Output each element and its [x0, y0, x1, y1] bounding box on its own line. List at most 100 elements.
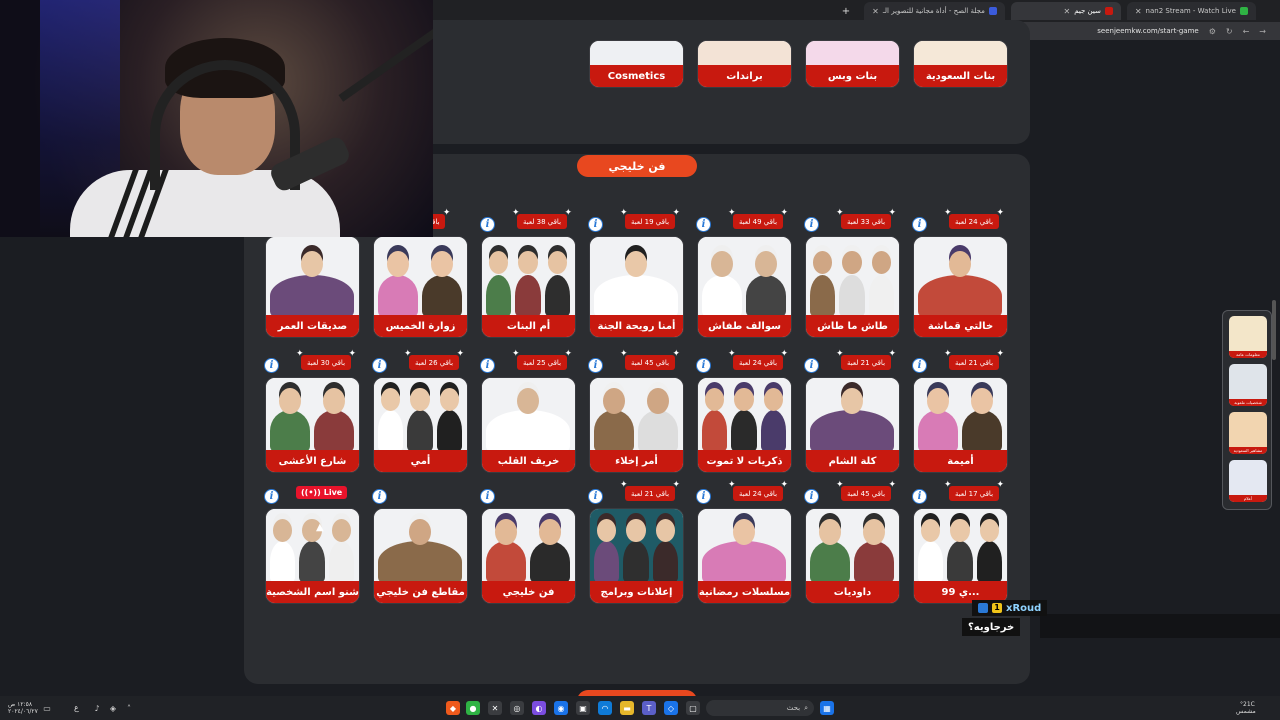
category-card[interactable]: زوارة الخميس	[373, 236, 468, 338]
category-card[interactable]: فن خليجي	[481, 508, 576, 604]
category-card[interactable]: بنات وبس	[805, 40, 900, 88]
chevron-up-icon[interactable]: ˄	[122, 701, 136, 715]
category-card[interactable]: داوديات	[805, 508, 900, 604]
network-icon[interactable]: ◈	[106, 701, 120, 715]
card-illustration	[806, 237, 899, 317]
card-illustration	[806, 509, 899, 583]
figure-shape	[731, 410, 757, 452]
card-illustration	[590, 509, 683, 583]
rail-item[interactable]: أعلام	[1229, 460, 1267, 502]
rail-item[interactable]: معلومات عامة	[1229, 316, 1267, 358]
category-card[interactable]: Cosmetics	[589, 40, 684, 88]
close-icon[interactable]: ✕	[872, 7, 879, 16]
card-label: بنات وبس	[806, 65, 899, 87]
category-card[interactable]: صديقات العمر	[265, 236, 360, 338]
info-icon[interactable]: i	[804, 358, 819, 373]
category-card[interactable]: ذكريات لا تموت	[697, 377, 792, 473]
browser-tab-0[interactable]: nan2 Stream - Watch Live ✕	[1126, 2, 1256, 20]
figure-face	[597, 519, 617, 543]
brave-browser-icon[interactable]: ◆	[446, 701, 460, 715]
category-card[interactable]: أميمة	[913, 377, 1008, 473]
category-card[interactable]: طاش ما طاش	[805, 236, 900, 338]
rail-item[interactable]: شخصيات ملعوبة	[1229, 364, 1267, 406]
app-icon[interactable]: ▢	[686, 701, 700, 715]
figure-face	[301, 251, 323, 278]
scrollbar[interactable]	[1272, 300, 1276, 360]
url-field[interactable]: seenjeemkw.com/start-game	[1097, 27, 1198, 35]
category-card[interactable]: إعلانات وبرامج	[589, 508, 684, 604]
info-icon[interactable]: i	[588, 489, 603, 504]
mic-icon[interactable]: ♪	[90, 701, 104, 715]
category-card[interactable]: شنو اسم الشخصية	[265, 508, 360, 604]
windows-start-icon[interactable]: ▦	[820, 701, 834, 715]
app-icon[interactable]: ▣	[576, 701, 590, 715]
category-card[interactable]: أمنا رويحة الجنة	[589, 236, 684, 338]
chat-username-row: 1 xRoud	[972, 600, 1048, 616]
language-indicator[interactable]: ع	[74, 704, 79, 712]
folder-icon[interactable]: ▬	[620, 701, 634, 715]
info-icon[interactable]: i	[912, 489, 927, 504]
app-icon[interactable]: ✕	[488, 701, 502, 715]
site-settings-icon[interactable]: ⚙	[1209, 27, 1216, 36]
notification-icon[interactable]: ▭	[40, 701, 54, 715]
info-icon[interactable]: i	[696, 489, 711, 504]
app-icon[interactable]: ◎	[510, 701, 524, 715]
category-card[interactable]: براندات	[697, 40, 792, 88]
weather-desc: مشمس	[1236, 708, 1256, 715]
reload-icon[interactable]: ↻	[1226, 27, 1233, 36]
chat-text: خرجاويه؟	[962, 618, 1021, 636]
info-icon[interactable]: i	[480, 489, 495, 504]
info-icon[interactable]: i	[372, 358, 387, 373]
info-icon[interactable]: i	[804, 217, 819, 232]
info-icon[interactable]: i	[696, 358, 711, 373]
browser-tab-1[interactable]: سين جيم ✕	[1010, 2, 1121, 20]
chrome-icon[interactable]: ◉	[554, 701, 568, 715]
info-icon[interactable]: i	[912, 358, 927, 373]
card-label: أمنا رويحة الجنة	[590, 315, 683, 337]
app-icon[interactable]: ◐	[532, 701, 546, 715]
category-card[interactable]: أمر إخلاء	[589, 377, 684, 473]
info-icon[interactable]: i	[588, 217, 603, 232]
info-icon[interactable]: i	[480, 217, 495, 232]
figure-shape	[328, 541, 354, 583]
category-card[interactable]: كلة الشام	[805, 377, 900, 473]
category-card[interactable]: بنات السعودية	[913, 40, 1008, 88]
info-icon[interactable]: i	[264, 358, 279, 373]
card-label: مقاطع فن خليجي	[374, 581, 467, 603]
category-card[interactable]: مسلسلات رمضانية	[697, 508, 792, 604]
taskbar-search[interactable]: بحث ⌕	[706, 700, 814, 716]
back-icon[interactable]: ←	[1243, 27, 1250, 36]
info-icon[interactable]: i	[588, 358, 603, 373]
browser-tab-2[interactable]: مجلة الصح - أداة مجانية للتصوير الـ ✕	[864, 2, 1005, 20]
forward-icon[interactable]: →	[1259, 27, 1266, 36]
info-icon[interactable]: i	[804, 489, 819, 504]
edge-icon[interactable]: ◠	[598, 701, 612, 715]
remaining-games-badge: باقي 24 لعبة	[728, 349, 788, 370]
category-card[interactable]: شارع الأعشى	[265, 377, 360, 473]
close-icon[interactable]: ✕	[1063, 7, 1070, 16]
category-card[interactable]: مقاطع فن خليجي	[373, 508, 468, 604]
category-card[interactable]: خالتي قماشة	[913, 236, 1008, 338]
card-label: فن خليجي	[482, 581, 575, 603]
rail-item-label: مشاهير السعودية	[1229, 447, 1267, 454]
category-card[interactable]: ...ي 99	[913, 508, 1008, 604]
category-card[interactable]: أمي	[373, 377, 468, 473]
new-tab-button[interactable]: +	[842, 6, 850, 17]
figure-shape	[702, 541, 786, 583]
app-icon[interactable]: ◇	[664, 701, 678, 715]
card-label: سوالف طفاش	[698, 315, 791, 337]
search-label: بحث	[786, 704, 801, 712]
category-card[interactable]: خريف القلب	[481, 377, 576, 473]
close-icon[interactable]: ✕	[1135, 7, 1142, 16]
info-icon[interactable]: i	[264, 489, 279, 504]
rail-item[interactable]: مشاهير السعودية	[1229, 412, 1267, 454]
info-icon[interactable]: i	[696, 217, 711, 232]
info-icon[interactable]: i	[480, 358, 495, 373]
category-card[interactable]: أم البنات	[481, 236, 576, 338]
category-card[interactable]: سوالف طفاش	[697, 236, 792, 338]
figure-face	[971, 388, 993, 415]
info-icon[interactable]: i	[372, 489, 387, 504]
teams-icon[interactable]: T	[642, 701, 656, 715]
info-icon[interactable]: i	[912, 217, 927, 232]
app-icon[interactable]: ●	[466, 701, 480, 715]
